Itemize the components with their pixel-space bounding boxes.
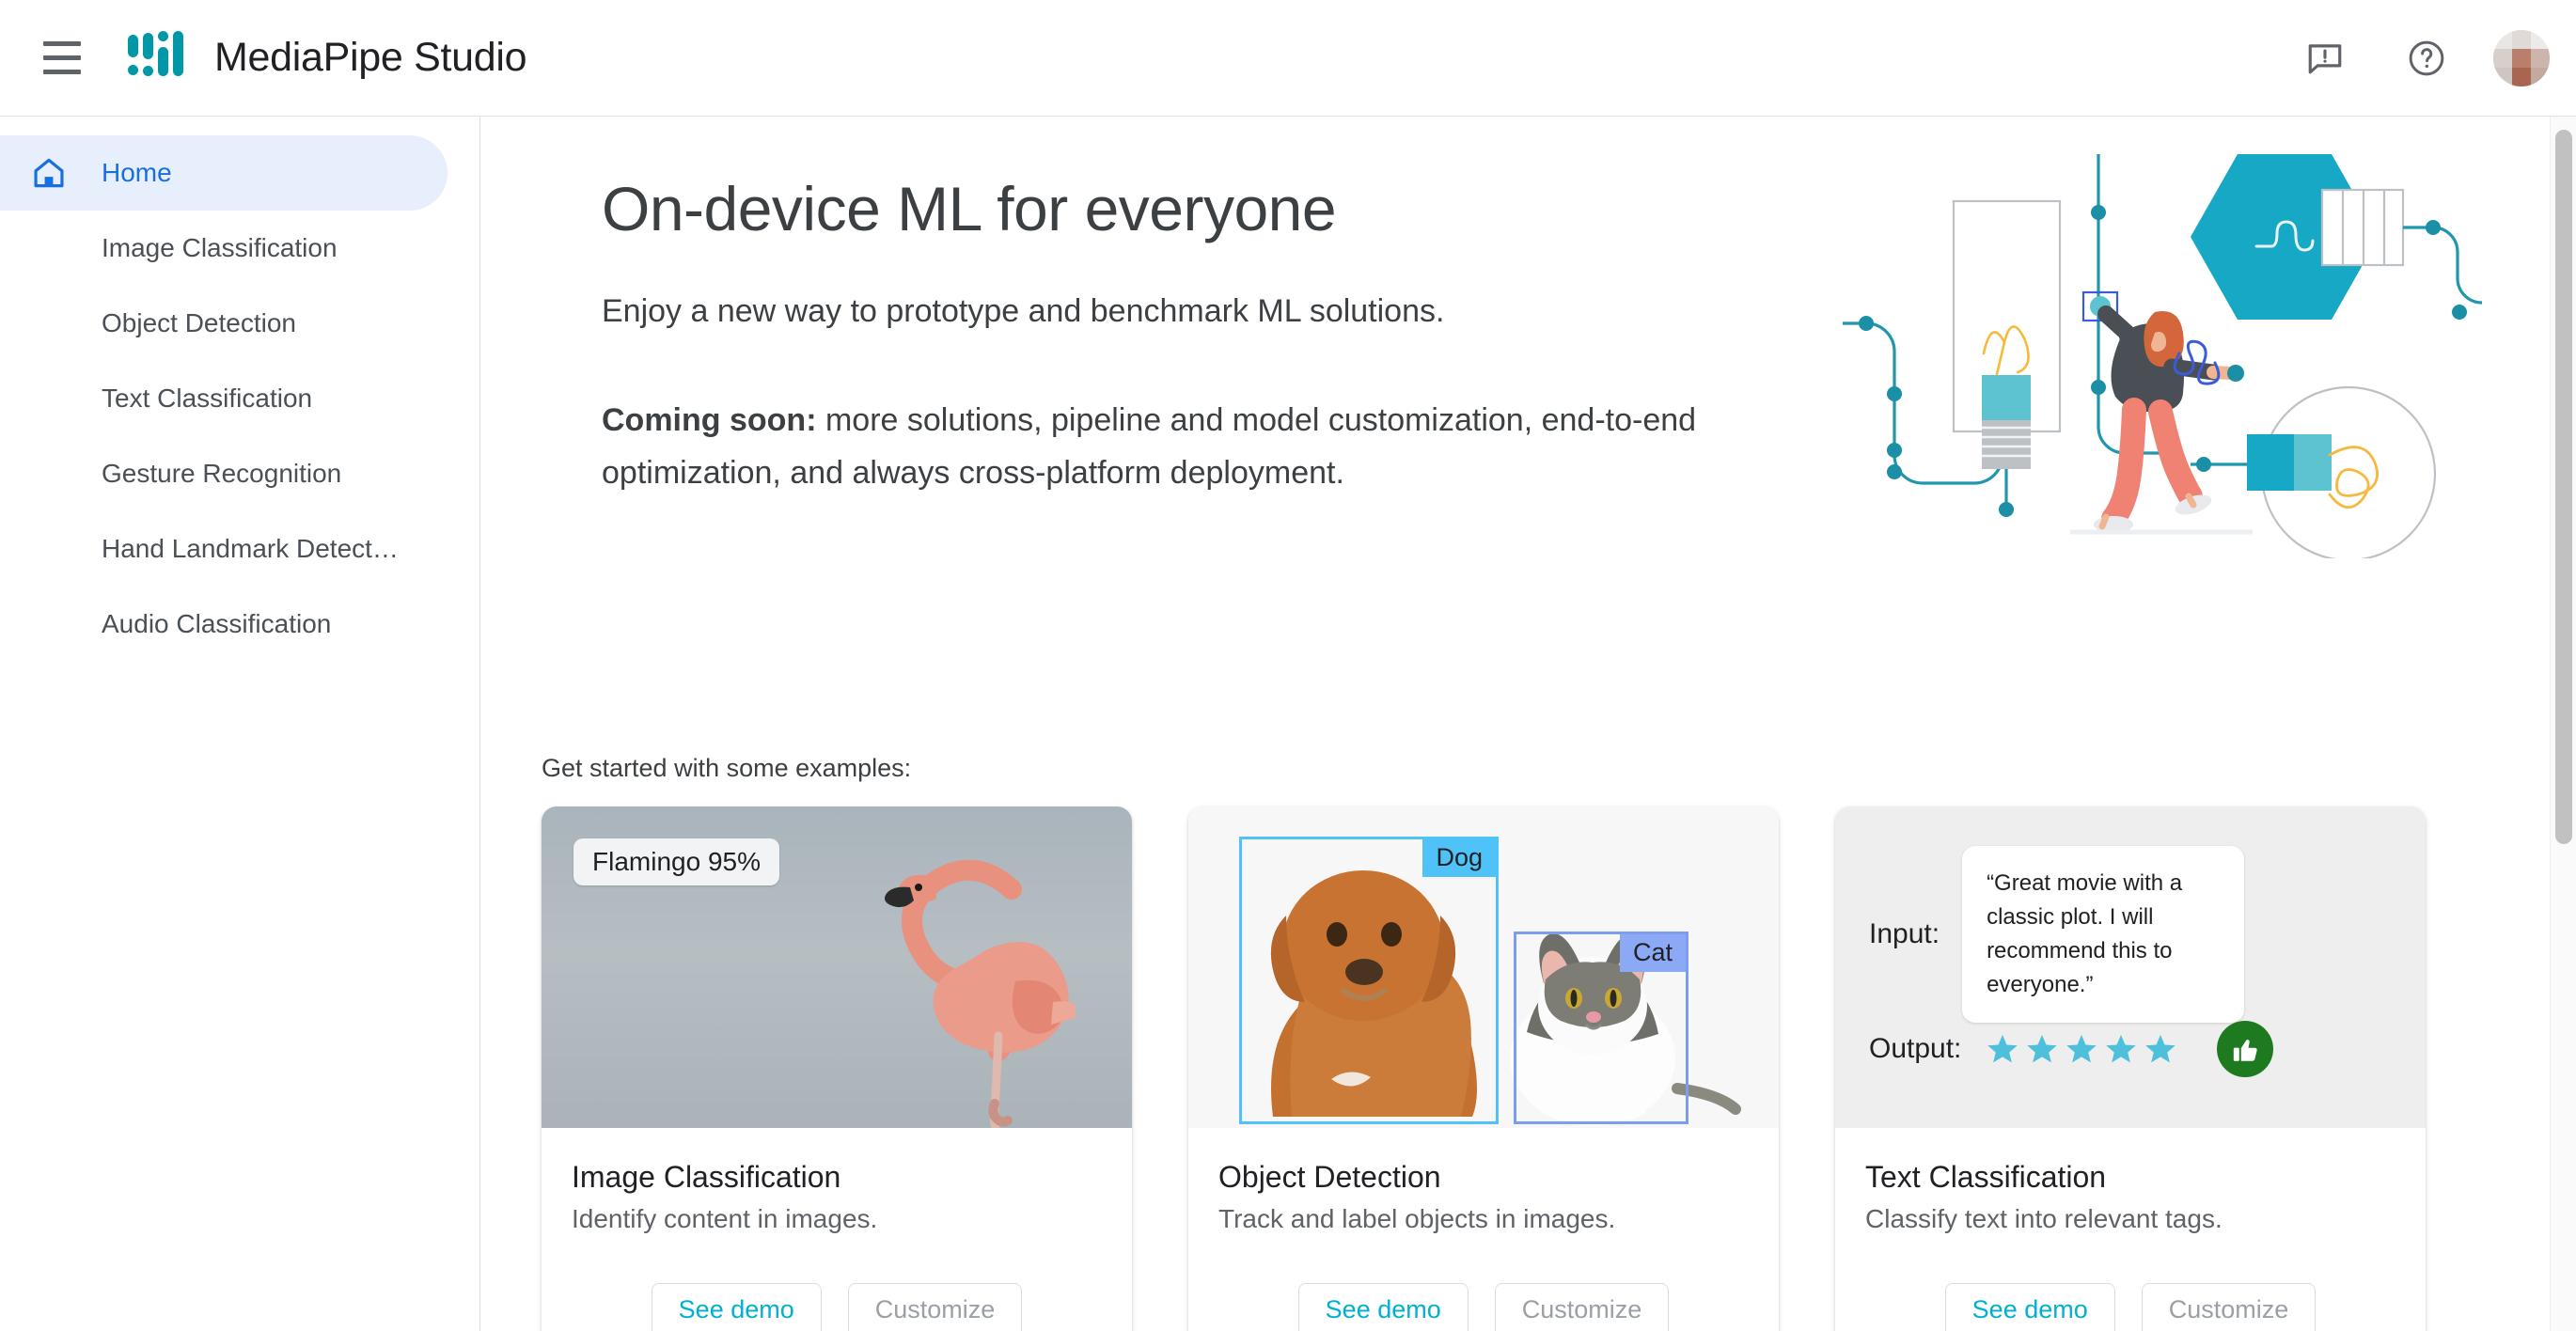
text-sentiment-preview: Input: “Great movie with a classic plot.… bbox=[1835, 806, 2426, 1128]
bounding-box-label: Cat bbox=[1619, 934, 1686, 972]
vertical-scrollbar[interactable] bbox=[2550, 117, 2576, 1331]
app-title: MediaPipe Studio bbox=[214, 35, 527, 80]
star-icon bbox=[2027, 1035, 2058, 1063]
hero-subtitle: Enjoy a new way to prototype and benchma… bbox=[602, 293, 1445, 329]
user-avatar[interactable] bbox=[2493, 29, 2550, 86]
card-title: Object Detection bbox=[1218, 1160, 1441, 1194]
flamingo-preview-image: Flamingo 95% bbox=[542, 806, 1132, 1128]
sidebar-item-label: Object Detection bbox=[102, 308, 296, 337]
app-header: MediaPipe Studio bbox=[0, 0, 2576, 117]
sidebar-item-label: Image Classification bbox=[102, 233, 338, 262]
input-label: Input: bbox=[1869, 918, 1940, 949]
feedback-icon[interactable] bbox=[2290, 23, 2360, 93]
card-actions: See demo Customize bbox=[1218, 1283, 1749, 1331]
sidebar-item-label: Audio Classification bbox=[102, 609, 332, 638]
coming-soon-text: Coming soon: more solutions, pipeline an… bbox=[602, 394, 1711, 499]
main-content: On-device ML for everyone Enjoy a new wa… bbox=[481, 117, 2576, 1331]
sidebar-item-label: Gesture Recognition bbox=[102, 459, 342, 488]
card-body: Text Classification Classify text into r… bbox=[1835, 1128, 2426, 1331]
scrollbar-thumb[interactable] bbox=[2555, 130, 2572, 844]
card-body: Image Classification Identify content in… bbox=[542, 1128, 1132, 1331]
hero-section: On-device ML for everyone Enjoy a new wa… bbox=[542, 117, 2576, 643]
sidebar-item-image-classification[interactable]: Image Classification bbox=[0, 211, 448, 286]
card-actions: See demo Customize bbox=[1865, 1283, 2395, 1331]
bounding-box-dog: Dog bbox=[1239, 837, 1499, 1124]
example-card-text-classification[interactable]: Input: “Great movie with a classic plot.… bbox=[1835, 806, 2426, 1331]
dog-cat-preview-image: Dog Cat bbox=[1188, 806, 1779, 1128]
help-circle-icon[interactable] bbox=[2392, 23, 2461, 93]
bounding-box-label: Dog bbox=[1422, 839, 1496, 877]
brand: MediaPipe Studio bbox=[126, 29, 527, 87]
header-actions bbox=[2290, 23, 2550, 93]
sidebar-item-gesture-recognition[interactable]: Gesture Recognition bbox=[0, 436, 448, 511]
input-text: “Great movie with a classic plot. I will… bbox=[1962, 846, 2245, 1023]
examples-heading: Get started with some examples: bbox=[542, 754, 912, 782]
see-demo-button[interactable]: See demo bbox=[651, 1283, 822, 1331]
star-icon bbox=[2066, 1035, 2097, 1063]
sidebar-item-hand-landmark-detection[interactable]: Hand Landmark Detect… bbox=[0, 511, 448, 587]
on-device-ml-illustration bbox=[1824, 145, 2483, 562]
bounding-box-cat: Cat bbox=[1514, 932, 1689, 1124]
examples-card-list: Flamingo 95% Image Classification Identi… bbox=[542, 806, 2426, 1331]
card-title: Text Classification bbox=[1865, 1160, 2107, 1194]
mediapipe-logo-icon bbox=[126, 29, 184, 87]
sidebar-nav: Home Image Classification Object Detecti… bbox=[0, 117, 480, 1331]
see-demo-button[interactable]: See demo bbox=[1944, 1283, 2115, 1331]
card-description: Classify text into relevant tags. bbox=[1865, 1204, 2223, 1233]
star-icon bbox=[2145, 1035, 2176, 1063]
example-card-image-classification[interactable]: Flamingo 95% Image Classification Identi… bbox=[542, 806, 1132, 1331]
home-icon bbox=[23, 155, 75, 191]
example-card-object-detection[interactable]: Dog Cat Object Detection Track and label… bbox=[1188, 806, 1779, 1331]
hamburger-menu-icon[interactable] bbox=[23, 19, 102, 98]
sidebar-item-object-detection[interactable]: Object Detection bbox=[0, 286, 448, 361]
sidebar-item-text-classification[interactable]: Text Classification bbox=[0, 361, 448, 436]
card-description: Identify content in images. bbox=[572, 1204, 878, 1233]
customize-button[interactable]: Customize bbox=[1494, 1283, 1670, 1331]
card-description: Track and label objects in images. bbox=[1218, 1204, 1616, 1233]
customize-button[interactable]: Customize bbox=[847, 1283, 1023, 1331]
sidebar-item-label: Hand Landmark Detect… bbox=[102, 534, 399, 563]
customize-button[interactable]: Customize bbox=[2141, 1283, 2317, 1331]
sidebar-item-audio-classification[interactable]: Audio Classification bbox=[0, 587, 448, 662]
card-actions: See demo Customize bbox=[572, 1283, 1102, 1331]
star-rating bbox=[1986, 1032, 2177, 1066]
input-row: Input: “Great movie with a classic plot.… bbox=[1869, 846, 2245, 1023]
classification-badge: Flamingo 95% bbox=[573, 838, 779, 885]
see-demo-button[interactable]: See demo bbox=[1297, 1283, 1469, 1331]
star-icon bbox=[1987, 1035, 2018, 1063]
output-row: Output: bbox=[1869, 1021, 2274, 1077]
star-icon bbox=[2106, 1035, 2137, 1063]
card-body: Object Detection Track and label objects… bbox=[1188, 1128, 1779, 1331]
thumbs-up-icon bbox=[2217, 1021, 2274, 1077]
card-title: Image Classification bbox=[572, 1160, 841, 1194]
sidebar-item-home[interactable]: Home bbox=[0, 135, 448, 211]
output-label: Output: bbox=[1869, 1033, 1962, 1064]
coming-soon-label: Coming soon: bbox=[602, 402, 817, 438]
sidebar-item-label: Text Classification bbox=[102, 384, 313, 413]
page-title: On-device ML for everyone bbox=[602, 174, 1337, 243]
sidebar-item-label: Home bbox=[102, 158, 172, 187]
